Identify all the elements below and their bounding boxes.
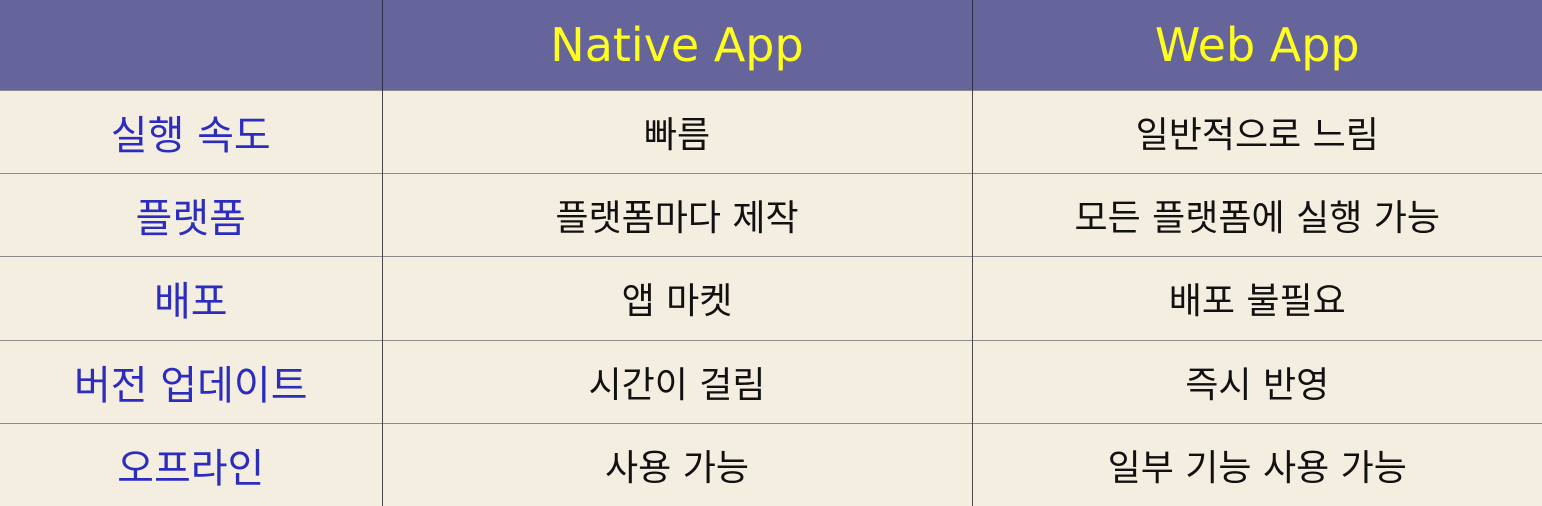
web-cell: 일반적으로 느림 xyxy=(972,89,1542,174)
web-cell: 배포 불필요 xyxy=(972,256,1542,341)
native-cell: 사용 가능 xyxy=(382,423,973,506)
row-label: 플랫폼 xyxy=(0,172,383,257)
web-cell: 일부 기능 사용 가능 xyxy=(972,423,1542,506)
native-cell: 앱 마켓 xyxy=(382,256,973,341)
row-label: 버전 업데이트 xyxy=(0,339,383,424)
native-cell: 시간이 걸림 xyxy=(382,339,973,424)
row-label: 배포 xyxy=(0,256,383,341)
row-label: 실행 속도 xyxy=(0,89,383,174)
header-corner-cell xyxy=(0,0,383,90)
comparison-table: Native App Web App 실행 속도 빠름 일반적으로 느림 플랫폼… xyxy=(0,0,1542,506)
row-label: 오프라인 xyxy=(0,423,383,506)
header-row: Native App Web App xyxy=(0,0,1542,90)
header-native-app: Native App xyxy=(382,0,973,90)
native-cell: 플랫폼마다 제작 xyxy=(382,172,973,257)
table-row: 버전 업데이트 시간이 걸림 즉시 반영 xyxy=(0,339,1542,424)
web-cell: 모든 플랫폼에 실행 가능 xyxy=(972,172,1542,257)
table-row: 실행 속도 빠름 일반적으로 느림 xyxy=(0,89,1542,174)
web-cell: 즉시 반영 xyxy=(972,339,1542,424)
header-web-app: Web App xyxy=(972,0,1542,90)
table-row: 플랫폼 플랫폼마다 제작 모든 플랫폼에 실행 가능 xyxy=(0,172,1542,257)
native-cell: 빠름 xyxy=(382,89,973,174)
table-row: 배포 앱 마켓 배포 불필요 xyxy=(0,256,1542,341)
table-row: 오프라인 사용 가능 일부 기능 사용 가능 xyxy=(0,423,1542,506)
